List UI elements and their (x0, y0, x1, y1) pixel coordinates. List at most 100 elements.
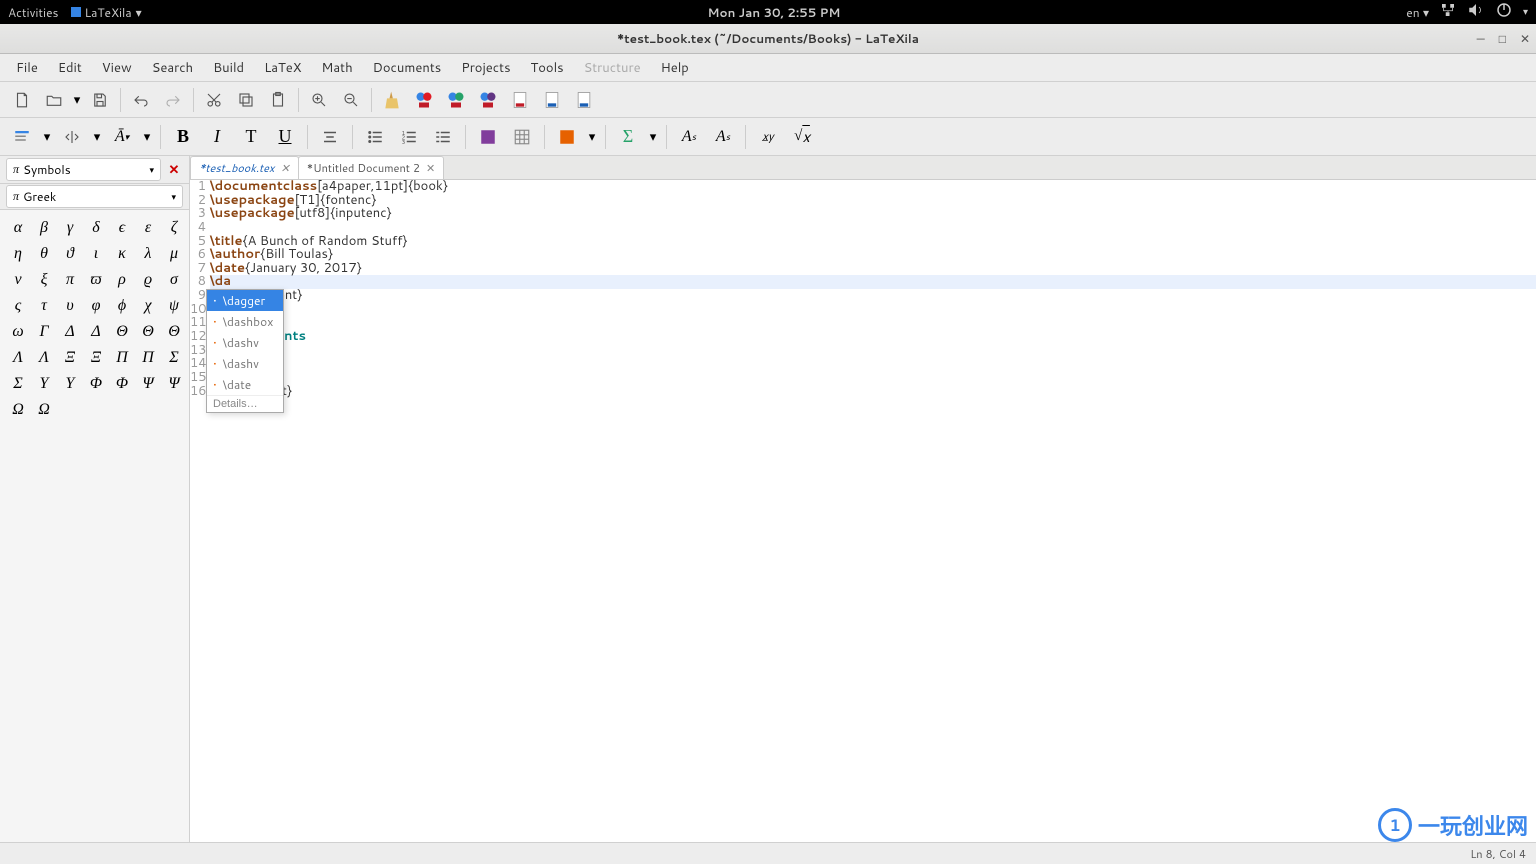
minimize-button[interactable]: — (1477, 30, 1485, 47)
activities-button[interactable]: Activities (8, 4, 59, 21)
superscript-button[interactable]: As (673, 122, 705, 152)
code-line[interactable]: 6\author{Bill Toulas} (190, 248, 1536, 262)
symbol-cell[interactable]: ε (136, 216, 160, 240)
menu-edit[interactable]: Edit (48, 55, 92, 81)
symbol-cell[interactable]: Δ (58, 320, 82, 344)
menu-tools[interactable]: Tools (521, 55, 574, 81)
clock[interactable]: Mon Jan 30, 2:55 PM (142, 4, 1407, 21)
symbol-cell[interactable]: Θ (162, 320, 186, 344)
symbol-cell[interactable]: Ξ (58, 346, 82, 370)
symbol-cell[interactable]: ζ (162, 216, 186, 240)
symbol-cell[interactable]: υ (58, 294, 82, 318)
symbol-cell[interactable]: Σ (6, 372, 30, 396)
open-file-button[interactable] (38, 85, 70, 115)
figure-button[interactable] (472, 122, 504, 152)
symbol-cell[interactable]: Π (136, 346, 160, 370)
autocomplete-item[interactable]: \dagger (207, 290, 283, 311)
math-env-dropdown[interactable]: ▾ (585, 122, 599, 152)
view-dvi-button[interactable] (536, 85, 568, 115)
sectioning-dropdown[interactable]: ▾ (40, 122, 54, 152)
build-latex-ps-button[interactable] (472, 85, 504, 115)
menu-help[interactable]: Help (651, 55, 699, 81)
menu-projects[interactable]: Projects (451, 55, 520, 81)
code-line[interactable]: 11 le (190, 316, 1536, 330)
menu-search[interactable]: Search (142, 55, 203, 81)
save-button[interactable] (84, 85, 116, 115)
list-description-button[interactable] (427, 122, 459, 152)
symbol-cell[interactable]: χ (136, 294, 160, 318)
symbol-cell[interactable]: ϱ (136, 268, 160, 292)
redo-button[interactable] (157, 85, 189, 115)
symbol-cell[interactable]: ϑ (58, 242, 82, 266)
code-line[interactable]: 13 (190, 344, 1536, 358)
symbol-cell[interactable]: Θ (136, 320, 160, 344)
symbol-cell[interactable]: α (6, 216, 30, 240)
code-line[interactable]: 10 (190, 303, 1536, 317)
autocomplete-item[interactable]: \date (207, 374, 283, 395)
center-button[interactable] (314, 122, 346, 152)
symbol-cell[interactable]: ι (84, 242, 108, 266)
symbol-cell[interactable]: Σ (162, 346, 186, 370)
symbol-cell[interactable]: γ (58, 216, 82, 240)
clean-build-button[interactable] (376, 85, 408, 115)
tab-close-icon[interactable]: ✕ (280, 160, 289, 176)
menu-latex[interactable]: LaTeX (254, 55, 311, 81)
power-icon[interactable] (1495, 1, 1513, 23)
code-line[interactable]: 7\date{January 30, 2017} (190, 262, 1536, 276)
symbol-cell[interactable]: η (6, 242, 30, 266)
zoom-in-button[interactable] (303, 85, 335, 115)
view-pdf-button[interactable] (504, 85, 536, 115)
symbol-cell[interactable]: Ω (6, 398, 30, 422)
references-button[interactable] (56, 122, 88, 152)
undo-button[interactable] (125, 85, 157, 115)
tab-untitled-2[interactable]: *Untitled Document 2 ✕ (298, 156, 444, 179)
symbol-cell[interactable]: Φ (110, 372, 134, 396)
symbol-cell[interactable]: τ (32, 294, 56, 318)
maximize-button[interactable]: □ (1499, 30, 1506, 47)
copy-button[interactable] (230, 85, 262, 115)
symbol-cell[interactable]: β (32, 216, 56, 240)
code-line[interactable]: 8\da (190, 275, 1536, 289)
symbol-cell[interactable]: Λ (6, 346, 30, 370)
symbol-cell[interactable]: Ψ (136, 372, 160, 396)
build-latex-pdf-button[interactable] (408, 85, 440, 115)
list-enumerate-button[interactable]: 123 (393, 122, 425, 152)
autocomplete-item[interactable]: \dashv (207, 332, 283, 353)
math-env-button[interactable] (551, 122, 583, 152)
menu-math[interactable]: Math (311, 55, 362, 81)
subscript-button[interactable]: As (707, 122, 739, 152)
symbol-cell[interactable]: Ψ (162, 372, 186, 396)
symbol-cell[interactable]: π (58, 268, 82, 292)
list-itemize-button[interactable] (359, 122, 391, 152)
code-line[interactable]: 15 (190, 371, 1536, 385)
table-button[interactable] (506, 122, 538, 152)
build-latex-dvi-button[interactable] (440, 85, 472, 115)
symbol-cell[interactable]: Ω (32, 398, 56, 422)
menu-view[interactable]: View (92, 55, 142, 81)
tab-test-book[interactable]: *test_book.tex ✕ (190, 156, 299, 179)
symbol-cell[interactable]: ϖ (84, 268, 108, 292)
symbol-cell[interactable]: Θ (110, 320, 134, 344)
tab-close-icon[interactable]: ✕ (426, 160, 435, 176)
menu-file[interactable]: File (6, 55, 48, 81)
autocomplete-details[interactable]: Details… (207, 395, 283, 412)
menu-build[interactable]: Build (203, 55, 254, 81)
symbol-cell[interactable]: ξ (32, 268, 56, 292)
autocomplete-item[interactable]: \dashbox (207, 311, 283, 332)
close-button[interactable]: ✕ (1520, 30, 1530, 47)
characters-button[interactable]: Ā▾ (106, 122, 138, 152)
open-recent-dropdown[interactable]: ▾ (70, 85, 84, 115)
symbol-cell[interactable]: ψ (162, 294, 186, 318)
characters-dropdown[interactable]: ▾ (140, 122, 154, 152)
code-line[interactable]: 3\usepackage[utf8]{inputenc} (190, 207, 1536, 221)
symbol-cell[interactable]: ς (6, 294, 30, 318)
menu-documents[interactable]: Documents (363, 55, 452, 81)
view-ps-button[interactable] (568, 85, 600, 115)
sectioning-button[interactable] (6, 122, 38, 152)
bold-button[interactable]: B (167, 122, 199, 152)
symbol-cell[interactable]: θ (32, 242, 56, 266)
symbol-cell[interactable]: σ (162, 268, 186, 292)
sidepanel-close-button[interactable]: ✕ (165, 161, 183, 179)
symbol-cell[interactable]: ρ (110, 268, 134, 292)
symbol-cell[interactable]: Υ (32, 372, 56, 396)
